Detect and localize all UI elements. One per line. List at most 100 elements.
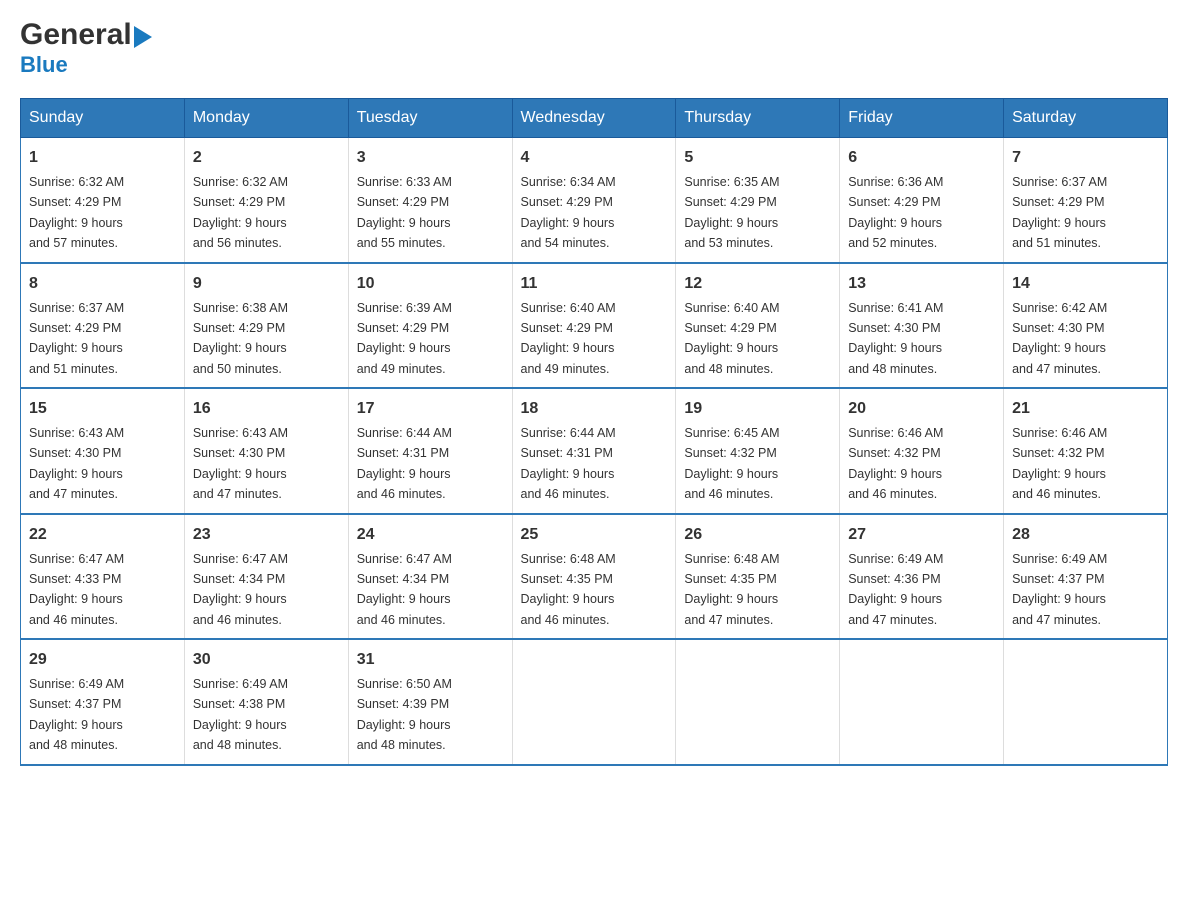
calendar-cell: 18 Sunrise: 6:44 AMSunset: 4:31 PMDaylig… xyxy=(512,388,676,514)
header-friday: Friday xyxy=(840,99,1004,138)
calendar-cell xyxy=(1004,639,1168,765)
day-info: Sunrise: 6:37 AMSunset: 4:29 PMDaylight:… xyxy=(29,301,124,376)
day-info: Sunrise: 6:47 AMSunset: 4:34 PMDaylight:… xyxy=(357,552,452,627)
day-info: Sunrise: 6:40 AMSunset: 4:29 PMDaylight:… xyxy=(684,301,779,376)
day-number: 23 xyxy=(193,523,340,547)
calendar-cell: 15 Sunrise: 6:43 AMSunset: 4:30 PMDaylig… xyxy=(21,388,185,514)
day-number: 22 xyxy=(29,523,176,547)
calendar-table: SundayMondayTuesdayWednesdayThursdayFrid… xyxy=(20,98,1168,766)
day-info: Sunrise: 6:36 AMSunset: 4:29 PMDaylight:… xyxy=(848,175,943,250)
calendar-cell: 20 Sunrise: 6:46 AMSunset: 4:32 PMDaylig… xyxy=(840,388,1004,514)
day-number: 4 xyxy=(521,146,668,170)
calendar-cell: 30 Sunrise: 6:49 AMSunset: 4:38 PMDaylig… xyxy=(184,639,348,765)
day-info: Sunrise: 6:49 AMSunset: 4:38 PMDaylight:… xyxy=(193,677,288,752)
day-info: Sunrise: 6:48 AMSunset: 4:35 PMDaylight:… xyxy=(521,552,616,627)
day-info: Sunrise: 6:42 AMSunset: 4:30 PMDaylight:… xyxy=(1012,301,1107,376)
day-number: 25 xyxy=(521,523,668,547)
day-number: 24 xyxy=(357,523,504,547)
header-monday: Monday xyxy=(184,99,348,138)
logo-blue-text: Blue xyxy=(20,52,68,78)
calendar-cell: 9 Sunrise: 6:38 AMSunset: 4:29 PMDayligh… xyxy=(184,263,348,389)
header-sunday: Sunday xyxy=(21,99,185,138)
day-number: 26 xyxy=(684,523,831,547)
header-tuesday: Tuesday xyxy=(348,99,512,138)
calendar-cell: 16 Sunrise: 6:43 AMSunset: 4:30 PMDaylig… xyxy=(184,388,348,514)
calendar-week-row: 1 Sunrise: 6:32 AMSunset: 4:29 PMDayligh… xyxy=(21,138,1168,263)
day-info: Sunrise: 6:38 AMSunset: 4:29 PMDaylight:… xyxy=(193,301,288,376)
day-info: Sunrise: 6:37 AMSunset: 4:29 PMDaylight:… xyxy=(1012,175,1107,250)
day-number: 15 xyxy=(29,397,176,421)
calendar-cell: 10 Sunrise: 6:39 AMSunset: 4:29 PMDaylig… xyxy=(348,263,512,389)
day-info: Sunrise: 6:41 AMSunset: 4:30 PMDaylight:… xyxy=(848,301,943,376)
day-info: Sunrise: 6:44 AMSunset: 4:31 PMDaylight:… xyxy=(521,426,616,501)
calendar-week-row: 22 Sunrise: 6:47 AMSunset: 4:33 PMDaylig… xyxy=(21,514,1168,640)
day-number: 7 xyxy=(1012,146,1159,170)
header-wednesday: Wednesday xyxy=(512,99,676,138)
header-thursday: Thursday xyxy=(676,99,840,138)
calendar-week-row: 15 Sunrise: 6:43 AMSunset: 4:30 PMDaylig… xyxy=(21,388,1168,514)
day-number: 3 xyxy=(357,146,504,170)
calendar-cell: 19 Sunrise: 6:45 AMSunset: 4:32 PMDaylig… xyxy=(676,388,840,514)
day-number: 29 xyxy=(29,648,176,672)
day-info: Sunrise: 6:34 AMSunset: 4:29 PMDaylight:… xyxy=(521,175,616,250)
calendar-cell: 26 Sunrise: 6:48 AMSunset: 4:35 PMDaylig… xyxy=(676,514,840,640)
day-info: Sunrise: 6:33 AMSunset: 4:29 PMDaylight:… xyxy=(357,175,452,250)
day-info: Sunrise: 6:43 AMSunset: 4:30 PMDaylight:… xyxy=(29,426,124,501)
logo: General Blue xyxy=(20,20,152,78)
calendar-cell: 12 Sunrise: 6:40 AMSunset: 4:29 PMDaylig… xyxy=(676,263,840,389)
day-info: Sunrise: 6:49 AMSunset: 4:36 PMDaylight:… xyxy=(848,552,943,627)
day-number: 1 xyxy=(29,146,176,170)
calendar-cell: 17 Sunrise: 6:44 AMSunset: 4:31 PMDaylig… xyxy=(348,388,512,514)
calendar-cell: 31 Sunrise: 6:50 AMSunset: 4:39 PMDaylig… xyxy=(348,639,512,765)
calendar-cell: 22 Sunrise: 6:47 AMSunset: 4:33 PMDaylig… xyxy=(21,514,185,640)
calendar-cell: 25 Sunrise: 6:48 AMSunset: 4:35 PMDaylig… xyxy=(512,514,676,640)
header-saturday: Saturday xyxy=(1004,99,1168,138)
day-number: 30 xyxy=(193,648,340,672)
day-info: Sunrise: 6:44 AMSunset: 4:31 PMDaylight:… xyxy=(357,426,452,501)
day-number: 11 xyxy=(521,272,668,296)
day-info: Sunrise: 6:47 AMSunset: 4:34 PMDaylight:… xyxy=(193,552,288,627)
day-number: 12 xyxy=(684,272,831,296)
day-number: 31 xyxy=(357,648,504,672)
calendar-cell: 6 Sunrise: 6:36 AMSunset: 4:29 PMDayligh… xyxy=(840,138,1004,263)
day-number: 17 xyxy=(357,397,504,421)
calendar-cell: 23 Sunrise: 6:47 AMSunset: 4:34 PMDaylig… xyxy=(184,514,348,640)
calendar-cell: 8 Sunrise: 6:37 AMSunset: 4:29 PMDayligh… xyxy=(21,263,185,389)
day-info: Sunrise: 6:46 AMSunset: 4:32 PMDaylight:… xyxy=(848,426,943,501)
calendar-cell: 13 Sunrise: 6:41 AMSunset: 4:30 PMDaylig… xyxy=(840,263,1004,389)
calendar-cell: 21 Sunrise: 6:46 AMSunset: 4:32 PMDaylig… xyxy=(1004,388,1168,514)
calendar-cell: 2 Sunrise: 6:32 AMSunset: 4:29 PMDayligh… xyxy=(184,138,348,263)
day-info: Sunrise: 6:50 AMSunset: 4:39 PMDaylight:… xyxy=(357,677,452,752)
day-number: 20 xyxy=(848,397,995,421)
day-info: Sunrise: 6:48 AMSunset: 4:35 PMDaylight:… xyxy=(684,552,779,627)
calendar-week-row: 8 Sunrise: 6:37 AMSunset: 4:29 PMDayligh… xyxy=(21,263,1168,389)
day-number: 18 xyxy=(521,397,668,421)
calendar-week-row: 29 Sunrise: 6:49 AMSunset: 4:37 PMDaylig… xyxy=(21,639,1168,765)
calendar-cell: 4 Sunrise: 6:34 AMSunset: 4:29 PMDayligh… xyxy=(512,138,676,263)
calendar-cell: 29 Sunrise: 6:49 AMSunset: 4:37 PMDaylig… xyxy=(21,639,185,765)
calendar-cell: 3 Sunrise: 6:33 AMSunset: 4:29 PMDayligh… xyxy=(348,138,512,263)
logo-general: General xyxy=(20,20,152,50)
day-info: Sunrise: 6:49 AMSunset: 4:37 PMDaylight:… xyxy=(29,677,124,752)
page-header: General Blue xyxy=(20,20,1168,78)
day-number: 13 xyxy=(848,272,995,296)
calendar-cell: 24 Sunrise: 6:47 AMSunset: 4:34 PMDaylig… xyxy=(348,514,512,640)
day-number: 2 xyxy=(193,146,340,170)
calendar-cell: 27 Sunrise: 6:49 AMSunset: 4:36 PMDaylig… xyxy=(840,514,1004,640)
calendar-cell: 1 Sunrise: 6:32 AMSunset: 4:29 PMDayligh… xyxy=(21,138,185,263)
day-number: 19 xyxy=(684,397,831,421)
day-info: Sunrise: 6:46 AMSunset: 4:32 PMDaylight:… xyxy=(1012,426,1107,501)
calendar-cell xyxy=(676,639,840,765)
day-info: Sunrise: 6:49 AMSunset: 4:37 PMDaylight:… xyxy=(1012,552,1107,627)
day-number: 6 xyxy=(848,146,995,170)
day-number: 27 xyxy=(848,523,995,547)
day-number: 10 xyxy=(357,272,504,296)
day-number: 28 xyxy=(1012,523,1159,547)
day-info: Sunrise: 6:47 AMSunset: 4:33 PMDaylight:… xyxy=(29,552,124,627)
day-info: Sunrise: 6:40 AMSunset: 4:29 PMDaylight:… xyxy=(521,301,616,376)
calendar-cell: 14 Sunrise: 6:42 AMSunset: 4:30 PMDaylig… xyxy=(1004,263,1168,389)
day-number: 14 xyxy=(1012,272,1159,296)
day-info: Sunrise: 6:35 AMSunset: 4:29 PMDaylight:… xyxy=(684,175,779,250)
calendar-header-row: SundayMondayTuesdayWednesdayThursdayFrid… xyxy=(21,99,1168,138)
day-number: 5 xyxy=(684,146,831,170)
